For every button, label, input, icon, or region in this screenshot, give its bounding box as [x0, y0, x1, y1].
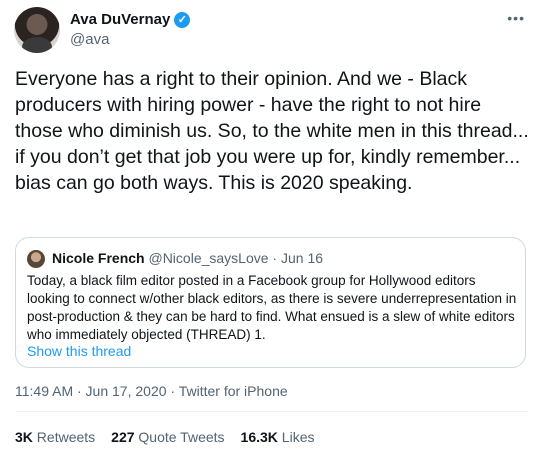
retweets-label: Retweets: [36, 429, 96, 445]
quote-header: Nicole French @Nicole_saysLove · Jun 16: [52, 250, 323, 266]
quote-avatar: [27, 250, 45, 268]
quote-tweets-stat[interactable]: 227 Quote Tweets: [111, 429, 224, 445]
likes-stat[interactable]: 16.3K Likes: [241, 429, 315, 445]
likes-count: 16.3K: [240, 429, 278, 445]
tweet-meta[interactable]: 11:49 AM · Jun 17, 2020 · Twitter for iP…: [15, 383, 288, 399]
quote-tweets-count: 227: [111, 429, 135, 445]
quote-author-name: Nicole French: [52, 250, 145, 266]
quoted-tweet[interactable]: Nicole French @Nicole_saysLove · Jun 16 …: [15, 237, 526, 368]
author-name[interactable]: Ava DuVernay: [70, 11, 170, 28]
quote-separator: ·: [272, 250, 278, 266]
retweets-count: 3K: [15, 429, 33, 445]
likes-label: Likes: [281, 429, 315, 445]
author-name-row: Ava DuVernay ✓: [70, 11, 191, 28]
author-handle[interactable]: @ava: [70, 31, 109, 48]
engagement-stats: 3K Retweets 227 Quote Tweets 16.3K Likes: [15, 429, 314, 445]
quote-tweets-label: Quote Tweets: [138, 429, 225, 445]
more-options-icon[interactable]: •••: [507, 10, 525, 26]
tweet-text: Everyone has a right to their opinion. A…: [15, 68, 529, 194]
verified-badge-icon: ✓: [174, 11, 191, 28]
show-thread-link[interactable]: Show this thread: [27, 343, 131, 359]
quote-text: Today, a black film editor posted in a F…: [27, 273, 517, 342]
quote-date: Jun 16: [280, 250, 324, 266]
quote-author-handle: @Nicole_saysLove: [148, 250, 269, 266]
retweets-stat[interactable]: 3K Retweets: [15, 429, 95, 445]
author-avatar[interactable]: [14, 7, 60, 53]
divider: [15, 411, 528, 412]
